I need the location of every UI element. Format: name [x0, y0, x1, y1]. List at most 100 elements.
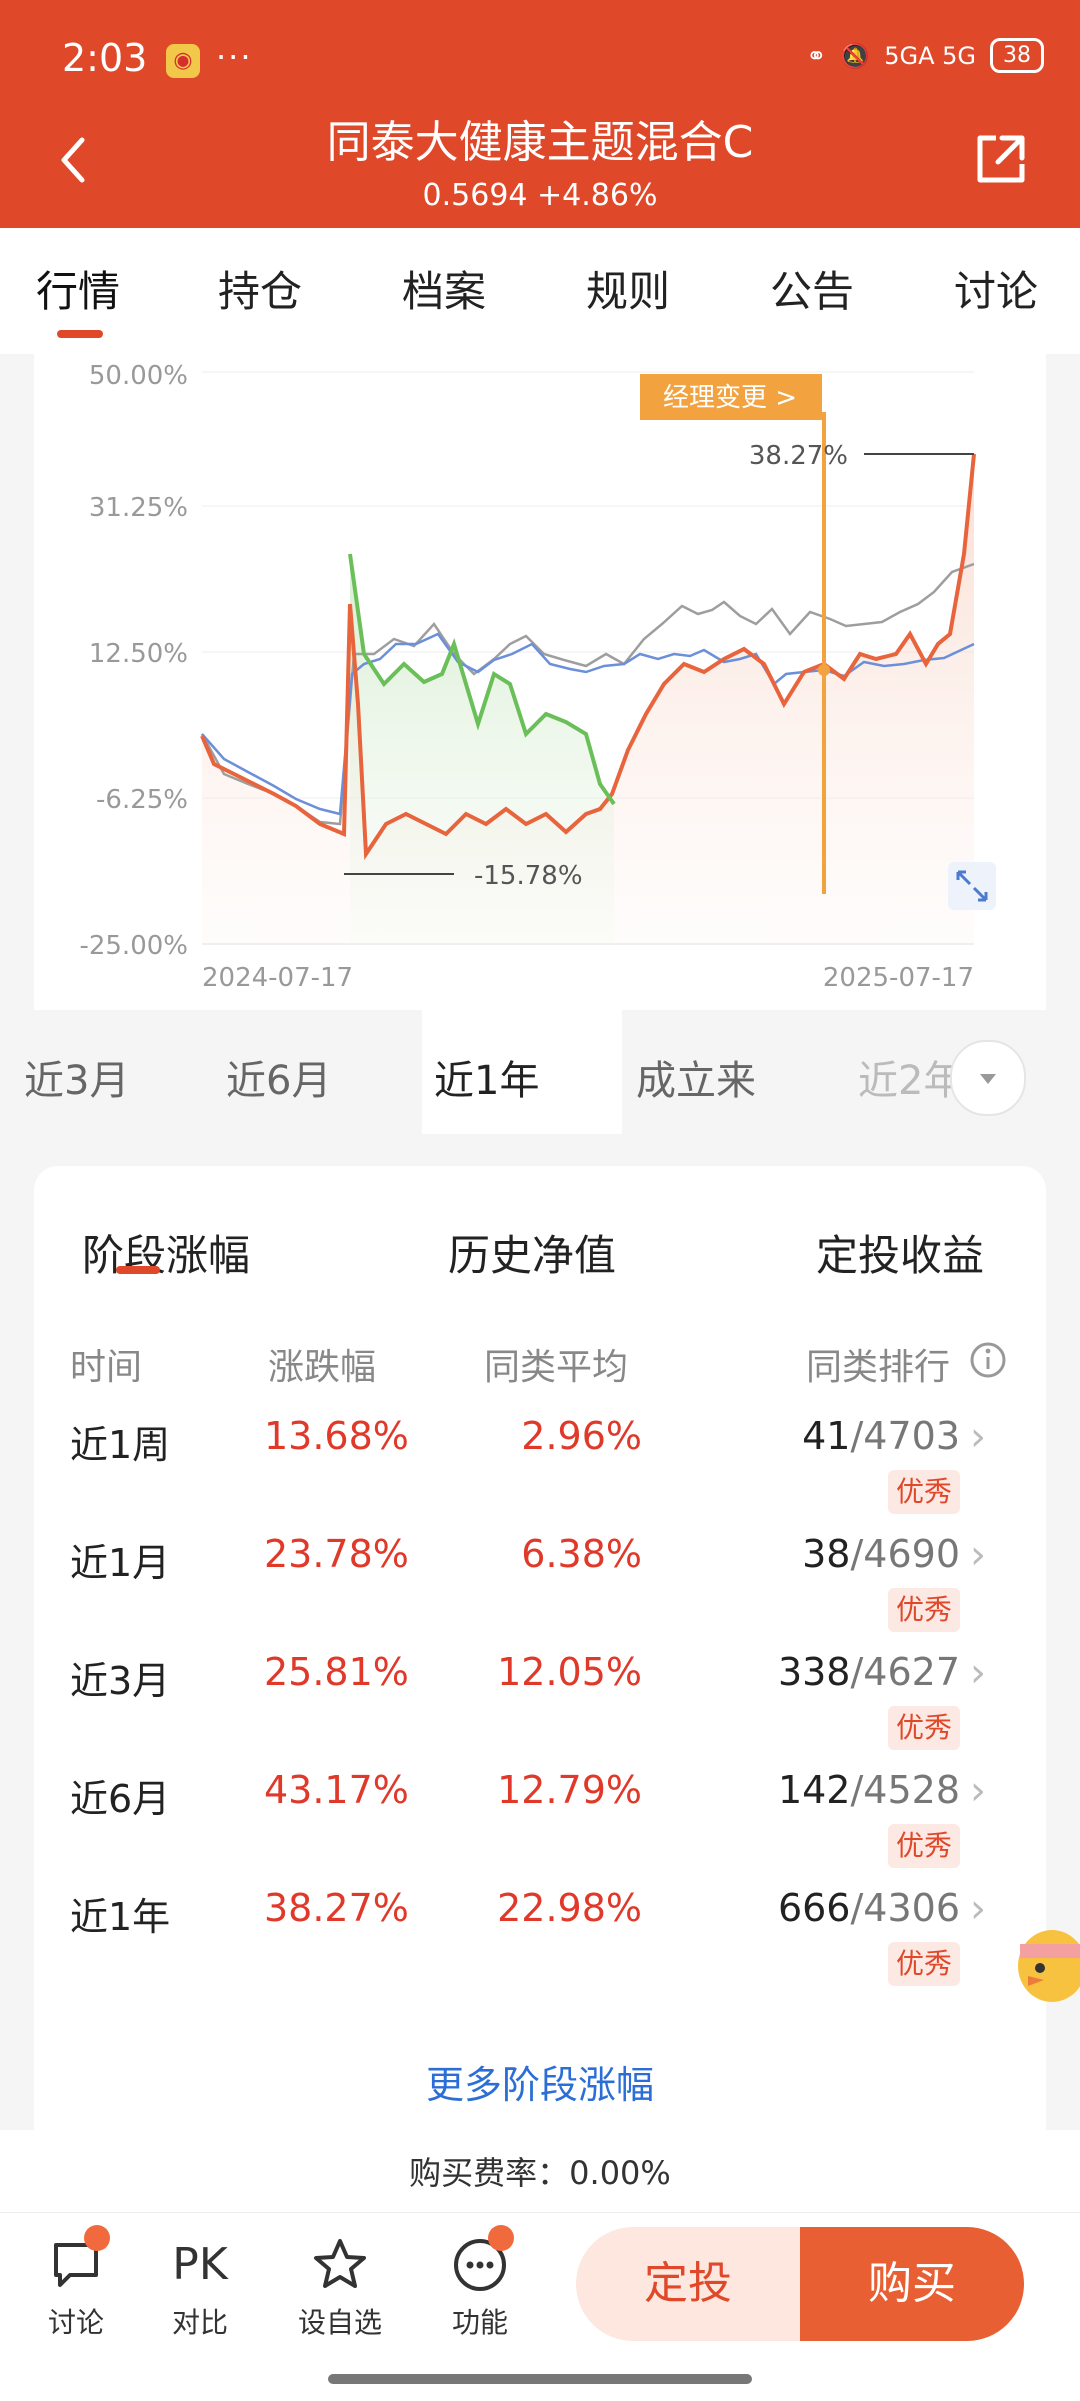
- col-peer-rank: 同类排行: [806, 1347, 951, 1388]
- chevron-right-icon[interactable]: ›: [970, 1768, 986, 1814]
- row-period: 近1年: [70, 1895, 171, 1939]
- col-period: 时间: [70, 1347, 143, 1388]
- nav-compare-label: 对比: [171, 2306, 228, 2339]
- nav-add-watchlist[interactable]: 设自选: [290, 2235, 390, 2341]
- tab-announcements[interactable]: 公告: [770, 258, 854, 319]
- y-tick-label: -25.00%: [79, 931, 188, 961]
- row-change: 23.78%: [264, 1532, 409, 1576]
- tab-rules[interactable]: 规则: [586, 258, 670, 319]
- range-since-inception[interactable]: 成立来: [636, 1048, 756, 1106]
- x-tick-label: 2025-07-17: [823, 963, 974, 993]
- row-peer-avg: 6.38%: [521, 1532, 642, 1576]
- tab-active-indicator: [57, 330, 103, 338]
- event-tag[interactable]: 经理变更 >: [663, 383, 797, 413]
- nav-discussion[interactable]: 讨论: [26, 2235, 126, 2341]
- row-change: 43.17%: [264, 1768, 409, 1812]
- row-rank[interactable]: 338/4627: [778, 1650, 960, 1694]
- row-change: 25.81%: [264, 1650, 409, 1694]
- range-6m[interactable]: 近6月: [226, 1048, 331, 1106]
- range-dropdown-button[interactable]: [950, 1040, 1026, 1116]
- buy-button[interactable]: 购买: [800, 2227, 1024, 2341]
- rank-value: 338: [777, 1650, 851, 1694]
- nav-add-watchlist-label: 设自选: [297, 2306, 382, 2339]
- nav-compare[interactable]: PK 对比: [150, 2235, 250, 2341]
- min-value-label: -15.78%: [474, 861, 583, 891]
- row-period: 近3月: [70, 1659, 171, 1703]
- row-rank[interactable]: 142/4528: [778, 1768, 960, 1812]
- mascot-icon[interactable]: [1010, 1910, 1080, 2010]
- rank-value: 142: [777, 1768, 851, 1812]
- main-tabs: 行情 持仓 档案 规则 公告 讨论: [0, 228, 1080, 354]
- chart-svg: 50.00% 31.25% 12.50% -6.25% -25.00% 2024…: [79, 361, 996, 993]
- notification-dot: [488, 2225, 514, 2251]
- more-notifications-icon: ···: [216, 38, 253, 76]
- row-rank[interactable]: 41/4703: [802, 1414, 960, 1458]
- rank-badge: 优秀: [888, 1706, 960, 1750]
- row-peer-avg: 12.05%: [497, 1650, 642, 1694]
- range-3m[interactable]: 近3月: [24, 1048, 129, 1106]
- tab-quote[interactable]: 行情: [36, 258, 120, 319]
- rank-badge: 优秀: [888, 1588, 960, 1632]
- expand-icon-bg[interactable]: [948, 862, 996, 910]
- chevron-right-icon[interactable]: ›: [970, 1414, 986, 1460]
- chevron-right-icon[interactable]: ›: [970, 1532, 986, 1578]
- tab-nav-history[interactable]: 历史净值: [448, 1222, 616, 1283]
- share-icon[interactable]: [972, 130, 1030, 188]
- rank-badge: 优秀: [888, 1942, 960, 1986]
- status-bar: 2:03 ◉ ··· ⚭ 🔕 5GA 5G 38: [0, 0, 1080, 110]
- status-right: ⚭ 🔕 5GA 5G 38: [806, 38, 1044, 73]
- tab-sip-returns[interactable]: 定投收益: [816, 1222, 984, 1283]
- chevron-down-icon: [980, 1074, 996, 1084]
- chevron-right-icon[interactable]: ›: [970, 1886, 986, 1932]
- nav-functions-label: 功能: [451, 2306, 508, 2339]
- chevron-right-icon[interactable]: ›: [970, 1650, 986, 1696]
- tab-period-returns[interactable]: 阶段涨幅: [82, 1222, 250, 1283]
- row-peer-avg: 2.96%: [521, 1414, 642, 1458]
- rank-total: /4627: [850, 1650, 960, 1694]
- row-change: 38.27%: [264, 1886, 409, 1930]
- rank-total: /4703: [850, 1414, 960, 1458]
- rank-badge: 优秀: [888, 1824, 960, 1868]
- tab-profile[interactable]: 档案: [402, 258, 486, 319]
- fund-title: 同泰大健康主题混合C: [326, 117, 754, 168]
- home-indicator[interactable]: [328, 2374, 752, 2384]
- y-tick-label: 31.25%: [89, 493, 188, 523]
- y-tick-label: 50.00%: [89, 361, 188, 391]
- row-peer-avg: 12.79%: [497, 1768, 642, 1812]
- info-icon[interactable]: [968, 1340, 1008, 1380]
- col-peer-avg: 同类平均: [484, 1347, 629, 1388]
- rank-value: 38: [802, 1532, 851, 1576]
- event-marker-dot: [818, 664, 830, 676]
- y-tick-label: -6.25%: [96, 785, 188, 815]
- rank-total: /4690: [850, 1532, 960, 1576]
- more-period-returns-link[interactable]: 更多阶段涨幅: [0, 2054, 1080, 2109]
- nav-functions[interactable]: 功能: [430, 2235, 530, 2341]
- nav-discussion-label: 讨论: [47, 2306, 104, 2339]
- returns-tab-indicator: [116, 1266, 160, 1274]
- row-rank[interactable]: 38/4690: [802, 1532, 960, 1576]
- rank-value: 666: [777, 1886, 851, 1930]
- battery-icon: 38: [990, 38, 1044, 73]
- range-1y[interactable]: 近1年: [434, 1048, 539, 1106]
- purchase-fee: 购买费率：0.00%: [409, 2154, 671, 2192]
- weibo-icon: ◉: [166, 44, 200, 78]
- fund-nav-change: 0.5694 +4.86%: [422, 178, 658, 213]
- star-icon: [314, 2239, 366, 2288]
- tab-discussion[interactable]: 讨论: [954, 258, 1038, 319]
- row-period: 近1月: [70, 1541, 171, 1585]
- range-2y[interactable]: 近2年: [858, 1048, 963, 1106]
- col-change: 涨跌幅: [268, 1347, 377, 1388]
- row-rank[interactable]: 666/4306: [778, 1886, 960, 1930]
- row-peer-avg: 22.98%: [497, 1886, 642, 1930]
- row-change: 13.68%: [264, 1414, 409, 1458]
- tab-holdings[interactable]: 持仓: [218, 258, 302, 319]
- sip-button[interactable]: 定投: [576, 2227, 800, 2341]
- rank-value: 41: [802, 1414, 851, 1458]
- max-value-label: 38.27%: [749, 441, 848, 471]
- network-indicator: 5GA 5G: [884, 41, 976, 70]
- app-header: 2:03 ◉ ··· ⚭ 🔕 5GA 5G 38 同泰大健康主题混合C 0.56…: [0, 0, 1080, 228]
- rank-badge: 优秀: [888, 1470, 960, 1514]
- pk-icon: PK: [172, 2239, 228, 2290]
- row-period: 近1周: [70, 1423, 171, 1467]
- rank-total: /4528: [850, 1768, 960, 1812]
